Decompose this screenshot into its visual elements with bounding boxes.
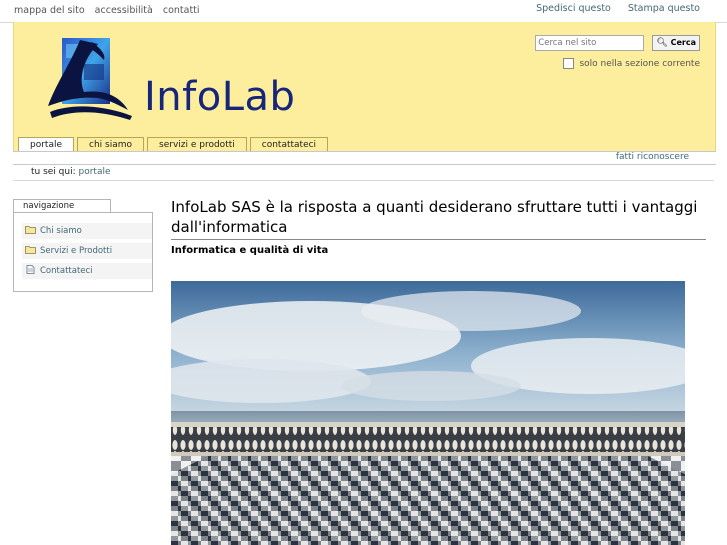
search-scope-label: solo nella sezione corrente: [579, 59, 700, 69]
navigation-portlet: navigazione Chi siamo Servizi e Prodotti…: [13, 199, 153, 292]
portal-tabs: portale chi siamo servizi e prodotti con…: [18, 137, 331, 152]
send-this-link[interactable]: Spedisci questo: [536, 3, 611, 14]
magnifier-icon: 🔍︎: [656, 38, 668, 48]
breadcrumb-prefix: tu sei qui:: [31, 167, 76, 177]
tab-portale[interactable]: portale: [18, 137, 75, 152]
top-utility-bar: mappa del sito accessibilità contatti Sp…: [0, 0, 727, 23]
site-header: InfoLab 🔍︎ Cerca solo nella sezione corr…: [13, 22, 716, 152]
hero-image: [171, 281, 685, 545]
sitemap-link[interactable]: mappa del sito: [14, 5, 85, 16]
search-scope-option: solo nella sezione corrente: [535, 58, 700, 69]
folder-icon: [25, 246, 36, 254]
search-button-label: Cerca: [670, 38, 696, 47]
divider: [13, 180, 714, 181]
navigation-list: Chi siamo Servizi e Prodotti Contattatec…: [13, 212, 153, 292]
folder-icon: [25, 226, 36, 234]
main-content: InfoLab SAS è la risposta a quanti desid…: [171, 197, 706, 256]
page-subtitle: Informatica e qualità di vita: [171, 245, 329, 256]
login-link[interactable]: fatti riconoscere: [616, 152, 689, 162]
navigation-title: navigazione: [13, 199, 111, 213]
infolab-logo-icon: [48, 38, 132, 120]
current-section-checkbox[interactable]: [562, 58, 574, 69]
nav-item-servizi-e-prodotti[interactable]: Servizi e Prodotti: [22, 243, 152, 259]
site-logo[interactable]: InfoLab: [40, 34, 330, 132]
accessibility-link[interactable]: accessibilità: [95, 5, 153, 16]
logo-text: InfoLab: [144, 74, 296, 120]
nav-item-contattateci[interactable]: Contattateci: [22, 263, 152, 279]
page-title: InfoLab SAS è la risposta a quanti desid…: [171, 197, 706, 240]
contacts-link[interactable]: contatti: [163, 5, 200, 16]
tab-chi-siamo[interactable]: chi siamo: [77, 137, 145, 152]
personal-bar: fatti riconoscere: [13, 151, 716, 165]
print-this-link[interactable]: Stampa questo: [628, 3, 700, 14]
breadcrumb: tu sei qui: portale: [31, 167, 111, 177]
search-box: 🔍︎ Cerca solo nella sezione corrente: [535, 35, 700, 69]
nav-item-label: Contattateci: [40, 266, 93, 276]
tab-servizi-e-prodotti[interactable]: servizi e prodotti: [147, 137, 247, 152]
terrace-photo: [171, 281, 685, 545]
search-button[interactable]: 🔍︎ Cerca: [652, 35, 700, 51]
site-actions-left: mappa del sito accessibilità contatti: [14, 5, 207, 16]
nav-item-label: Chi siamo: [40, 226, 82, 236]
search-input[interactable]: [535, 35, 645, 51]
nav-item-chi-siamo[interactable]: Chi siamo: [22, 223, 152, 239]
document-actions: Spedisci questo Stampa questo: [522, 3, 700, 14]
breadcrumb-link-portale[interactable]: portale: [79, 167, 111, 177]
nav-item-label: Servizi e Prodotti: [40, 246, 113, 256]
tab-contattateci[interactable]: contattateci: [249, 137, 329, 152]
page-icon: [26, 265, 35, 274]
